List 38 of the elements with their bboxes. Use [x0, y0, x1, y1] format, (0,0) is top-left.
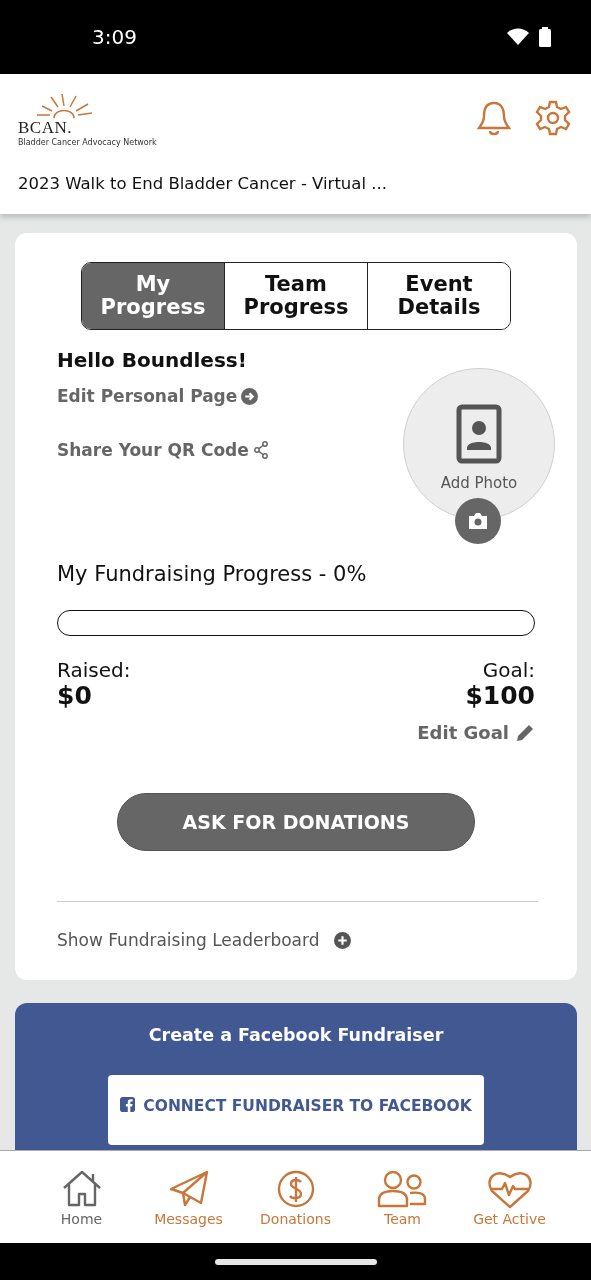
sun-icon [36, 94, 94, 120]
goal-label: Goal: [482, 658, 535, 682]
logo-tagline: Bladder Cancer Advocacy Network [18, 137, 157, 148]
camera-icon [467, 512, 489, 530]
nav-tab[interactable]: Home [28, 1151, 135, 1243]
tab[interactable]: My Progress [82, 263, 224, 329]
home-indicator[interactable] [214, 1258, 377, 1265]
leaderboard-toggle[interactable]: Show Fundraising Leaderboard [57, 930, 535, 950]
greeting: Hello Boundless! [57, 348, 248, 372]
arrow-circle-icon [241, 387, 259, 405]
raised-amount: $0 [57, 682, 92, 710]
goal-amount: $100 [465, 682, 535, 710]
progress-title: My Fundraising Progress - 0% [57, 562, 368, 586]
raised-label: Raised: [57, 658, 131, 682]
heart-pulse-icon [485, 1169, 534, 1209]
wifi-icon [507, 28, 529, 46]
tab[interactable]: Event Details [367, 263, 510, 329]
nav-tab[interactable]: Team [349, 1151, 456, 1243]
camera-button[interactable] [455, 498, 501, 544]
ask-donations-button[interactable]: ASK FOR DONATIONS [117, 793, 475, 851]
bell-icon[interactable] [477, 100, 511, 136]
nav-tab[interactable]: Messages [135, 1151, 242, 1243]
settings-icon[interactable] [535, 100, 571, 136]
facebook-title: Create a Facebook Fundraiser [148, 1025, 444, 1045]
pencil-icon [515, 722, 535, 743]
edit-goal-link[interactable]: Edit Goal [417, 722, 535, 743]
battery-icon [539, 27, 551, 47]
connect-facebook-button[interactable]: CONNECT FUNDRAISER TO FACEBOOK [108, 1075, 484, 1145]
nav-tab[interactable]: Donations [242, 1151, 349, 1243]
share-icon [252, 441, 269, 459]
nav-tab[interactable]: Get Active [456, 1151, 563, 1243]
event-title: 2023 Walk to End Bladder Cancer - Virtual ... [18, 174, 388, 193]
portrait-icon [456, 403, 502, 464]
facebook-icon [120, 1097, 136, 1112]
clock: 3:09 [92, 25, 137, 49]
logo-name: BCAN. [18, 120, 72, 136]
share-qr-link[interactable]: Share Your QR Code [57, 440, 269, 460]
edit-page-link[interactable]: Edit Personal Page [57, 386, 269, 406]
